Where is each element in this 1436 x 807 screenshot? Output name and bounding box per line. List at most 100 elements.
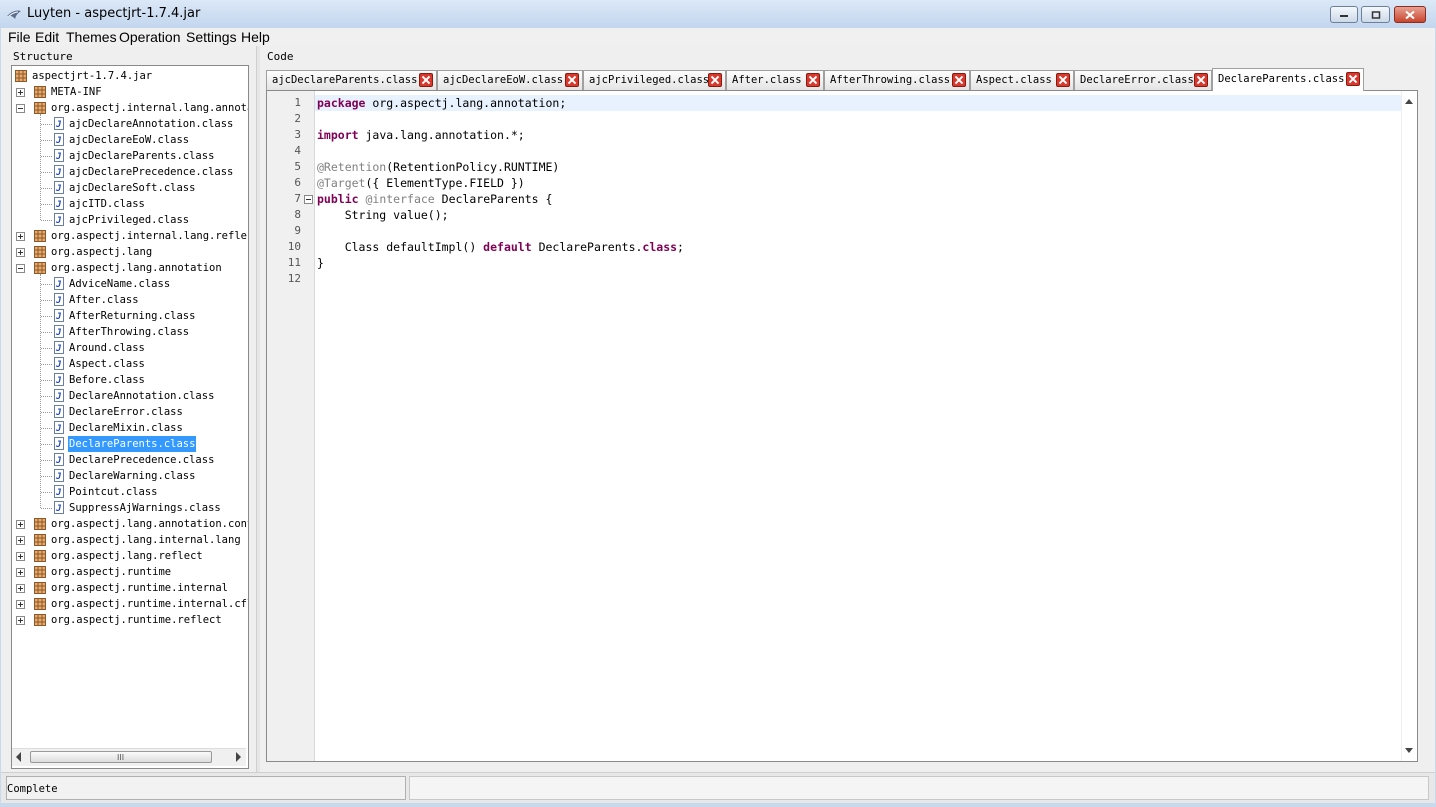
tree-node-label: META-INF [51, 86, 102, 98]
panel-splitter[interactable] [256, 46, 260, 772]
editor-tab[interactable]: ajcDeclareParents.class [266, 70, 437, 90]
code-token: DeclareParents { [434, 192, 553, 206]
tree-node[interactable]: DeclareMixin.class [12, 420, 248, 437]
tree-node[interactable]: Before.class [12, 372, 248, 389]
tab-close-icon[interactable] [1346, 72, 1360, 86]
tab-close-icon[interactable] [1194, 73, 1208, 87]
menu-themes[interactable]: Themes [66, 28, 117, 46]
tree-node[interactable]: ajcDeclareSoft.class [12, 180, 248, 197]
tree-node[interactable]: DeclareError.class [12, 404, 248, 421]
expand-icon[interactable] [16, 584, 25, 593]
class-file-icon [54, 373, 64, 389]
class-file-icon [54, 501, 64, 517]
tree-horizontal-scrollbar[interactable]: III [12, 748, 246, 766]
collapse-icon[interactable] [16, 264, 25, 273]
tree-node[interactable]: org.aspectj.runtime.internal.cflo [12, 596, 248, 612]
tab-close-icon[interactable] [565, 73, 579, 87]
tree-node[interactable]: ajcDeclareAnnotation.class [12, 116, 248, 133]
tree-node[interactable]: DeclareWarning.class [12, 468, 248, 485]
tree-node[interactable]: org.aspectj.lang.annotation [12, 260, 248, 276]
tree-node-label: After.class [69, 294, 139, 306]
tree-node[interactable]: DeclareParents.class [12, 436, 248, 453]
tree-node[interactable]: org.aspectj.lang.internal.lang [12, 532, 248, 548]
editor-tab[interactable]: DeclareParents.class [1212, 68, 1364, 91]
tab-close-icon[interactable] [1056, 73, 1070, 87]
expand-icon[interactable] [16, 248, 25, 257]
tree-node[interactable]: org.aspectj.lang.reflect [12, 548, 248, 564]
tab-close-icon[interactable] [419, 73, 433, 87]
tree-node[interactable]: org.aspectj.runtime [12, 564, 248, 580]
scroll-left-icon[interactable] [16, 752, 21, 762]
code-editor[interactable]: 1 2 3 4 5 6 7 8 9 10 11 12 package org.aspectj.lang… [266, 90, 1418, 762]
maximize-button[interactable] [1361, 6, 1390, 23]
tree-node[interactable]: Aspect.class [12, 356, 248, 373]
tree-node[interactable]: AfterReturning.class [12, 308, 248, 325]
tree-node[interactable]: META-INF [12, 84, 248, 100]
collapse-icon[interactable] [16, 104, 25, 113]
editor-tab[interactable]: AfterThrowing.class [824, 70, 970, 90]
code-token: (RetentionPolicy.RUNTIME) [386, 160, 560, 174]
expand-icon[interactable] [16, 600, 25, 609]
expand-icon[interactable] [16, 232, 25, 241]
tree-node[interactable]: AfterThrowing.class [12, 324, 248, 341]
minimize-button[interactable] [1330, 6, 1358, 23]
menu-file[interactable]: File [8, 28, 31, 46]
expand-icon[interactable] [16, 536, 25, 545]
line-number: 8 [294, 208, 301, 221]
menu-operation[interactable]: Operation [119, 28, 180, 46]
tree-node[interactable]: org.aspectj.lang [12, 244, 248, 260]
tree-node[interactable]: aspectjrt-1.7.4.jar [12, 68, 248, 84]
code-line: @Retention(RetentionPolicy.RUNTIME) [317, 159, 559, 175]
tree-node[interactable]: org.aspectj.internal.lang.annotat [12, 100, 248, 116]
tree-node-label: org.aspectj.lang.reflect [51, 550, 203, 562]
tree-connector [41, 460, 52, 461]
structure-tree[interactable]: aspectjrt-1.7.4.jar META-INF org.aspectj.i… [11, 65, 249, 769]
menu-edit[interactable]: Edit [35, 28, 59, 46]
expand-icon[interactable] [16, 520, 25, 529]
tab-close-icon[interactable] [708, 73, 722, 87]
tree-node[interactable]: ajcDeclarePrecedence.class [12, 164, 248, 181]
tree-node[interactable]: ajcPrivileged.class [12, 212, 248, 229]
tree-node[interactable]: org.aspectj.lang.annotation.contr [12, 516, 248, 532]
editor-tab[interactable]: ajcPrivileged.class [583, 70, 726, 90]
scroll-up-icon[interactable] [1405, 99, 1413, 104]
tree-node[interactable]: DeclareAnnotation.class [12, 388, 248, 405]
tree-node[interactable]: SuppressAjWarnings.class [12, 500, 248, 517]
package-icon [34, 566, 46, 578]
tree-node[interactable]: org.aspectj.runtime.internal [12, 580, 248, 596]
editor-tab[interactable]: DeclareError.class [1074, 70, 1212, 90]
scroll-thumb[interactable]: III [30, 751, 212, 763]
expand-icon[interactable] [16, 552, 25, 561]
editor-tab[interactable]: After.class [726, 70, 824, 90]
expand-icon[interactable] [16, 88, 25, 97]
tree-node[interactable]: ajcITD.class [12, 196, 248, 213]
class-file-icon [54, 133, 64, 149]
tree-node[interactable]: After.class [12, 292, 248, 309]
tree-node[interactable]: ajcDeclareEoW.class [12, 132, 248, 149]
editor-tab[interactable]: ajcDeclareEoW.class [437, 70, 583, 90]
expand-icon[interactable] [16, 568, 25, 577]
tree-node[interactable]: ajcDeclareParents.class [12, 148, 248, 165]
luyten-app-icon [7, 10, 21, 19]
fold-collapse-icon[interactable] [304, 195, 313, 204]
tree-connector [41, 412, 52, 413]
tree-node[interactable]: org.aspectj.internal.lang.reflect [12, 228, 248, 244]
menu-settings[interactable]: Settings [186, 28, 237, 46]
tree-node[interactable]: AdviceName.class [12, 276, 248, 293]
scroll-right-icon[interactable] [236, 752, 241, 762]
tree-node[interactable]: Pointcut.class [12, 484, 248, 501]
tree-node[interactable]: Around.class [12, 340, 248, 357]
editor-vertical-scrollbar[interactable] [1401, 91, 1417, 761]
tree-connector [41, 156, 52, 157]
tree-node[interactable]: DeclarePrecedence.class [12, 452, 248, 469]
expand-icon[interactable] [16, 616, 25, 625]
tab-close-icon[interactable] [806, 73, 820, 87]
tree-node[interactable]: org.aspectj.runtime.reflect [12, 612, 248, 628]
tab-close-icon[interactable] [952, 73, 966, 87]
editor-tab[interactable]: Aspect.class [970, 70, 1074, 90]
scroll-down-icon[interactable] [1405, 748, 1413, 753]
line-number: 12 [287, 272, 301, 285]
menu-help[interactable]: Help [241, 28, 270, 46]
structure-panel-label: Structure [13, 50, 73, 63]
close-button[interactable] [1394, 6, 1426, 23]
